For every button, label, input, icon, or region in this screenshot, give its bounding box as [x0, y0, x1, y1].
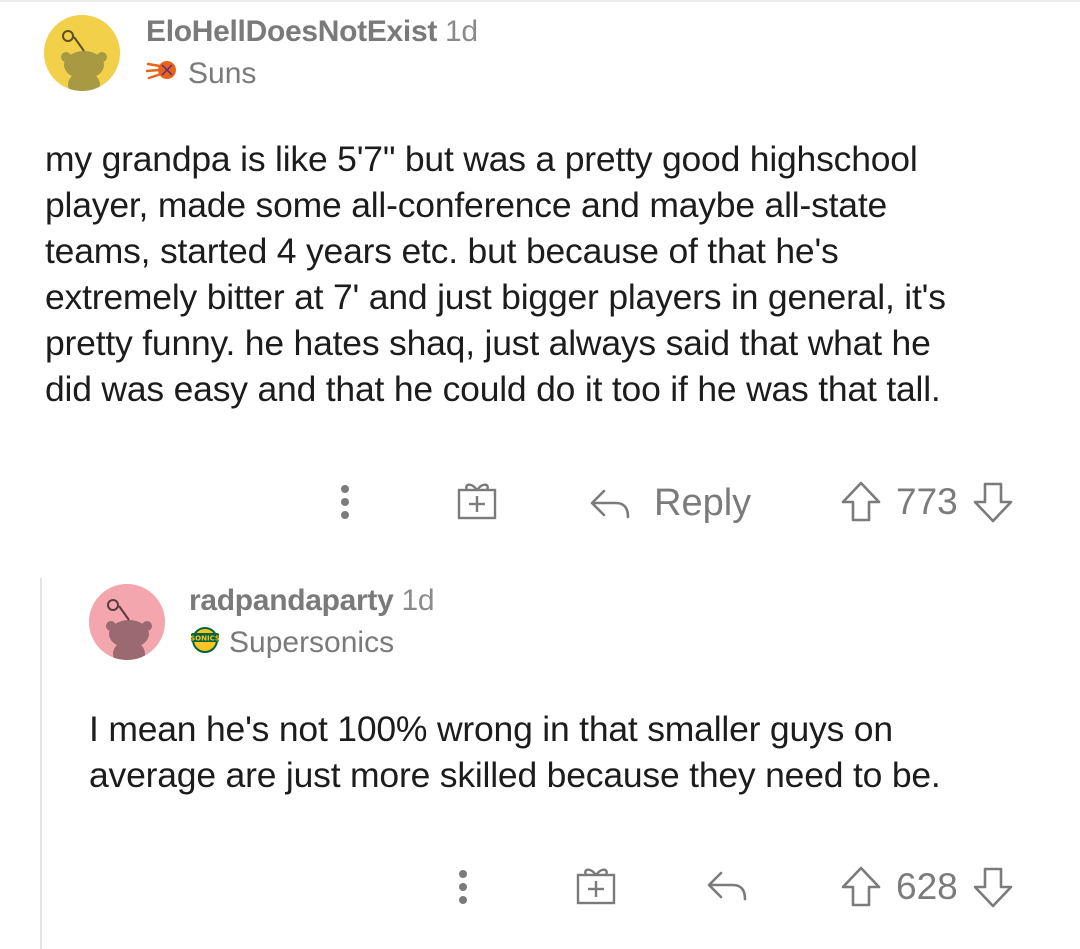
downvote-arrow-icon	[973, 867, 1013, 908]
sonics-logo-icon: SONICS	[189, 624, 221, 662]
comment-actions: 628	[0, 857, 1080, 917]
body-line: teams, started 4 years etc. but because …	[45, 231, 839, 271]
body-line: extremely bitter at 7' and just bigger p…	[45, 277, 946, 317]
avatar[interactable]	[89, 584, 165, 660]
vote-controls: 628	[840, 865, 1014, 909]
award-button[interactable]	[455, 480, 499, 520]
suns-logo-icon	[144, 55, 180, 93]
username-text[interactable]: radpandaparty	[189, 584, 394, 617]
username-text[interactable]: EloHellDoesNotExist	[146, 15, 437, 48]
snoo-avatar-icon	[89, 584, 165, 660]
downvote-arrow-icon	[973, 482, 1013, 523]
downvote-button[interactable]	[972, 480, 1014, 524]
comment-age: 1d	[445, 15, 478, 48]
reply-arrow-icon	[707, 871, 747, 901]
upvote-button[interactable]	[840, 480, 882, 524]
username[interactable]: radpandaparty 1d	[189, 584, 435, 618]
gift-icon	[576, 868, 616, 905]
comment-age: 1d	[401, 584, 435, 617]
comment-body: my grandpa is like 5'7" but was a pretty…	[45, 136, 1055, 412]
body-line: average are just more skilled because th…	[89, 755, 941, 795]
top-divider	[0, 0, 1080, 2]
avatar[interactable]	[44, 15, 120, 91]
body-line: player, made some all-conference and may…	[45, 185, 888, 225]
more-options-button[interactable]	[448, 857, 478, 917]
body-line: pretty funny. he hates shaq, just always…	[45, 323, 931, 363]
username[interactable]: EloHellDoesNotExist 1d	[146, 15, 478, 49]
body-line: did was easy and that he could do it too…	[45, 369, 941, 409]
vote-controls: 773	[840, 480, 1014, 524]
reply-button[interactable]	[705, 869, 749, 903]
svg-text:SONICS: SONICS	[190, 635, 220, 643]
flair-text: Suns	[188, 57, 257, 90]
comment-body: I mean he's not 100% wrong in that small…	[89, 706, 1059, 798]
user-flair: SONICS Supersonics	[189, 624, 394, 662]
downvote-button[interactable]	[972, 865, 1014, 909]
reply-arrow-icon	[590, 489, 630, 518]
upvote-button[interactable]	[840, 865, 882, 909]
user-flair: Suns	[144, 55, 257, 93]
vote-count: 773	[896, 481, 958, 522]
comment-actions: Reply 773	[0, 472, 1080, 532]
reply-button[interactable]: Reply	[588, 482, 751, 525]
body-line: my grandpa is like 5'7" but was a pretty…	[45, 139, 918, 179]
upvote-arrow-icon	[841, 866, 881, 907]
vote-count: 628	[896, 866, 958, 907]
reply-label: Reply	[654, 482, 752, 524]
award-button[interactable]	[574, 865, 618, 905]
snoo-avatar-icon	[44, 15, 120, 91]
flair-text: Supersonics	[229, 626, 395, 659]
more-vertical-icon	[459, 870, 467, 904]
body-line: I mean he's not 100% wrong in that small…	[89, 709, 893, 749]
more-vertical-icon	[341, 485, 349, 519]
gift-icon	[457, 483, 497, 520]
more-options-button[interactable]	[330, 472, 360, 532]
upvote-arrow-icon	[841, 481, 881, 522]
